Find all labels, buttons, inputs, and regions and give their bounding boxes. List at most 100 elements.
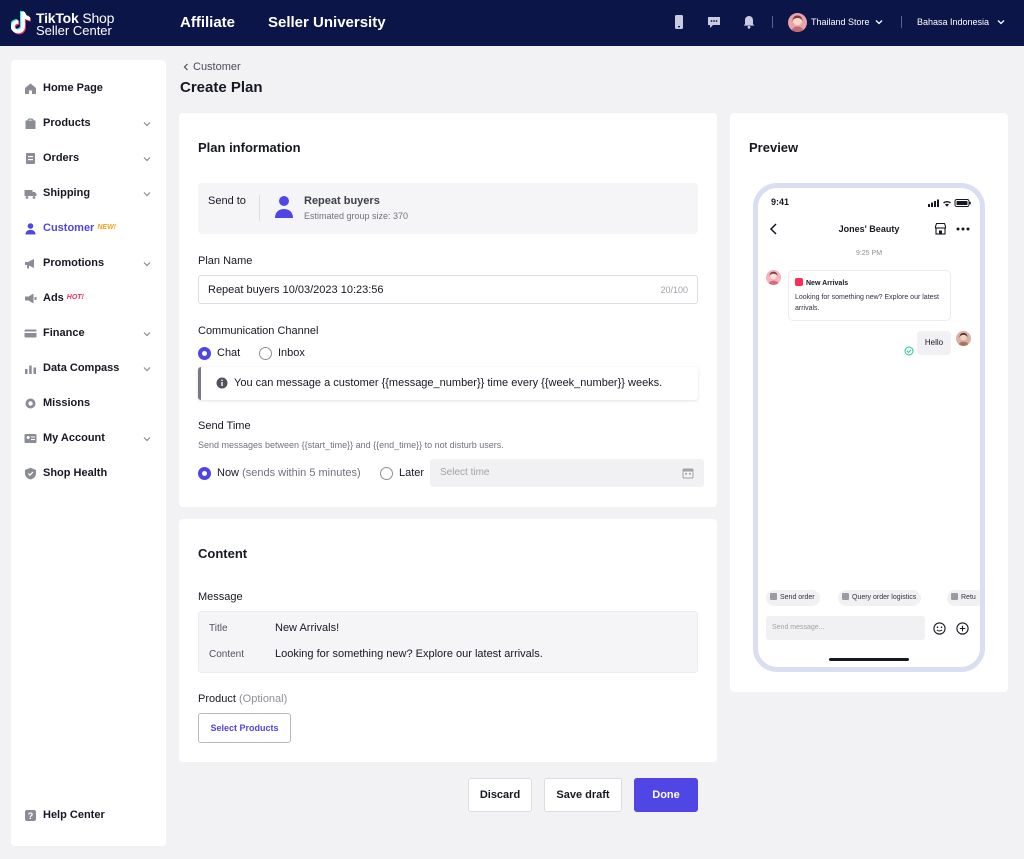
content-card: Content Message Title New Arrivals! Cont… (179, 519, 717, 762)
sidebar-item-label: My Account (43, 432, 105, 444)
chart-icon (25, 365, 36, 374)
plus-icon[interactable] (956, 622, 969, 635)
person-icon (275, 196, 293, 218)
chevron-left-icon[interactable] (182, 63, 190, 71)
radio-now[interactable] (198, 467, 211, 480)
chevron-down-icon (143, 122, 151, 127)
time-placeholder: Select time (440, 467, 490, 478)
chevron-down-icon[interactable] (874, 17, 884, 27)
incoming-message: New Arrivals Looking for something new? … (788, 270, 951, 321)
info-text: You can message a customer {{message_num… (234, 377, 663, 389)
radio-later-label[interactable]: Later (399, 467, 424, 479)
home-icon (25, 83, 36, 94)
sidebar-item-label: Promotions (43, 257, 105, 269)
tag-icon (795, 278, 803, 286)
emoji-icon[interactable] (933, 622, 946, 635)
sidebar-item-ads[interactable]: Ads HOT! (11, 287, 166, 311)
sidebar-item-promotions[interactable]: Promotions (11, 252, 166, 276)
message-label: Message (198, 591, 243, 603)
message-input[interactable]: Send message... (766, 616, 925, 640)
chevron-down-icon[interactable] (996, 17, 1006, 27)
plan-name-value: Repeat buyers 10/03/2023 10:23:56 (208, 284, 384, 296)
chevron-down-icon (143, 332, 151, 337)
logo-text-line2: Seller Center (36, 23, 112, 38)
sidebar-item-data-compass[interactable]: Data Compass (11, 357, 166, 381)
sidebar-item-label: Products (43, 117, 91, 129)
breadcrumb[interactable]: Customer (193, 61, 241, 73)
select-products-button[interactable]: Select Products (198, 713, 291, 743)
radio-chat[interactable] (198, 347, 211, 360)
sidebar-item-label: Shipping (43, 187, 91, 199)
done-button[interactable]: Done (634, 778, 698, 812)
store-avatar[interactable] (788, 13, 807, 32)
sidebar-item-help-center[interactable]: ? Help Center (11, 804, 166, 828)
top-bar: TikTok Shop Seller Center Affiliate Sell… (0, 0, 1024, 46)
medal-icon (25, 398, 36, 409)
status-time: 9:41 (771, 197, 790, 207)
info-icon (216, 377, 228, 389)
sidebar-item-label: Finance (43, 327, 85, 339)
page-title: Create Plan (180, 79, 263, 96)
user-avatar (956, 331, 971, 346)
send-time-helper: Send messages between {{start_time}} and… (198, 440, 504, 450)
new-badge: NEW! (97, 224, 117, 231)
sidebar-item-label: Customer NEW! (43, 222, 117, 234)
radio-later[interactable] (380, 467, 393, 480)
message-title-key: Title (209, 623, 228, 634)
sidebar-item-home-page[interactable]: Home Page (11, 77, 166, 101)
store-selector[interactable]: Thailand Store (811, 17, 870, 27)
character-count: 20/100 (660, 285, 688, 295)
truck-icon (24, 190, 37, 199)
sidebar-item-label: Ads HOT! (43, 292, 84, 304)
chevron-down-icon (143, 192, 151, 197)
sidebar-item-finance[interactable]: Finance (11, 322, 166, 346)
radio-now-label[interactable]: Now (sends within 5 minutes) (217, 467, 361, 479)
nav-seller-university[interactable]: Seller University (268, 14, 386, 31)
sidebar: Home Page Products Orders Shipping Custo… (11, 60, 166, 846)
radio-inbox-label[interactable]: Inbox (278, 347, 305, 359)
message-icon[interactable] (706, 14, 722, 30)
more-icon[interactable] (956, 227, 970, 231)
sidebar-item-label: Help Center (43, 809, 105, 821)
ads-icon (25, 293, 37, 304)
store-icon[interactable] (934, 222, 947, 235)
orders-icon (26, 153, 35, 164)
time-picker[interactable]: Select time (430, 459, 704, 487)
radio-chat-label[interactable]: Chat (217, 347, 240, 359)
sidebar-item-label: Shop Health (43, 467, 108, 479)
section-title: Content (198, 546, 248, 561)
user-icon (25, 223, 36, 235)
sidebar-item-shipping[interactable]: Shipping (11, 182, 166, 206)
chip-query-logistics[interactable]: Query order logistics (838, 590, 922, 606)
send-to-box: Send to Repeat buyers Estimated group si… (198, 183, 698, 234)
sidebar-item-missions[interactable]: Missions (11, 392, 166, 416)
frequency-info-banner: You can message a customer {{message_num… (198, 367, 698, 400)
home-indicator (829, 658, 909, 661)
tiktok-logo-icon (11, 11, 31, 35)
mobile-icon[interactable] (671, 14, 687, 30)
sidebar-item-my-account[interactable]: My Account (11, 427, 166, 451)
sidebar-item-products[interactable]: Products (11, 112, 166, 136)
language-selector[interactable]: Bahasa Indonesia (917, 17, 989, 27)
discard-button[interactable]: Discard (468, 778, 532, 812)
sidebar-item-customer[interactable]: Customer NEW! (11, 217, 166, 241)
shield-icon (25, 467, 36, 480)
save-draft-button[interactable]: Save draft (544, 778, 622, 812)
message-box[interactable]: Title New Arrivals! Content Looking for … (198, 611, 698, 673)
radio-inbox[interactable] (259, 347, 272, 360)
chip-send-order[interactable]: Send order (766, 590, 820, 606)
calendar-icon (682, 468, 694, 479)
nav-affiliate[interactable]: Affiliate (180, 14, 235, 31)
phone-preview: 9:41 Jones' Beauty 9:25 PM New Arrivals … (753, 183, 985, 672)
tiktok-shop-logo[interactable]: TikTok Shop Seller Center (11, 9, 121, 38)
send-to-label: Send to (208, 195, 246, 207)
separator (901, 16, 902, 28)
chip-return[interactable]: Retu (947, 590, 980, 606)
chat-timestamp: 9:25 PM (855, 250, 883, 257)
bell-icon[interactable] (741, 14, 757, 30)
sidebar-item-orders[interactable]: Orders (11, 147, 166, 171)
sidebar-item-shop-health[interactable]: Shop Health (11, 462, 166, 486)
plan-name-input[interactable]: Repeat buyers 10/03/2023 10:23:56 20/100 (198, 275, 698, 304)
delivered-check-icon (904, 346, 914, 356)
preview-title: Preview (749, 140, 799, 155)
